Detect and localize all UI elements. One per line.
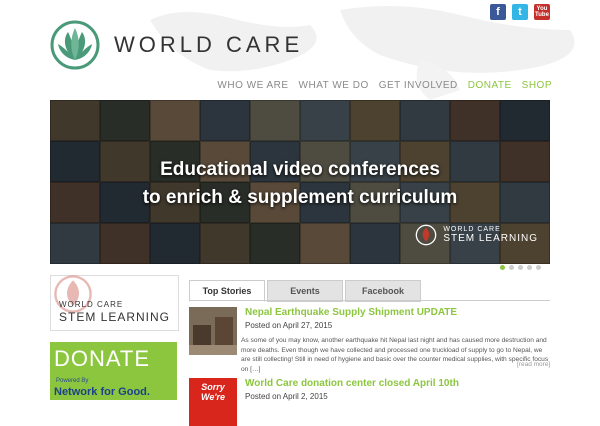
slider-dot[interactable] [527,265,532,270]
story-date: Posted on April 27, 2015 [245,321,333,330]
news-tabs: Top Stories Events Facebook [189,280,421,302]
story-thumbnail[interactable] [189,307,237,355]
story-title[interactable]: Nepal Earthquake Supply Shipment UPDATE [245,307,457,318]
read-more-link[interactable]: [read more] [517,361,550,368]
hero-banner[interactable]: Educational video conferences to enrich … [50,100,550,264]
nav-shop[interactable]: SHOP [522,80,552,91]
donate-label: DONATE [54,346,151,371]
main-nav: WHO WE ARE WHAT WE DO GET INVOLVED DONAT… [217,80,552,91]
facebook-icon[interactable]: f [490,4,506,20]
story-thumbnail[interactable]: Sorry We're [189,378,237,426]
world-care-leaf-icon [50,20,100,70]
nav-donate[interactable]: DONATE [468,80,512,91]
stem-learning-promo[interactable]: WORLD CARE STEM LEARNING [50,275,179,331]
brand-name: WORLD CARE [114,32,304,57]
tab-facebook[interactable]: Facebook [345,280,421,302]
nav-what-we-do[interactable]: WHAT WE DO [299,80,369,91]
twitter-icon[interactable]: t [512,4,528,20]
banner-line-2: to enrich & supplement curriculum [142,187,458,208]
network-for-good-label: Network for Good. [54,386,150,398]
banner-headline: Educational video conferences to enrich … [50,156,550,212]
slider-dots [500,265,541,270]
banner-brand-small: WORLD CARE [443,226,501,233]
site-logo[interactable]: WORLD CARE [50,20,303,70]
banner-stem-brand: WORLD CARE STEM LEARNING [415,224,538,246]
story-item: Nepal Earthquake Supply Shipment UPDATE … [189,307,551,373]
story-excerpt: As some of you may know, another earthqu… [241,337,549,373]
story-title[interactable]: World Care donation center closed April … [245,378,459,389]
banner-brand-large: STEM LEARNING [443,233,538,244]
youtube-icon[interactable]: You Tube [534,4,550,20]
slider-dot[interactable] [536,265,541,270]
nav-who-we-are[interactable]: WHO WE ARE [217,80,288,91]
stem-promo-line-2: STEM LEARNING [59,310,171,324]
social-links: f t You Tube [490,4,550,20]
slider-dot[interactable] [518,265,523,270]
sorry-sign-text: Sorry We're [201,382,225,402]
slider-dot[interactable] [500,265,505,270]
stem-promo-line-1: WORLD CARE [59,300,124,309]
tab-top-stories[interactable]: Top Stories [189,280,265,302]
tab-events[interactable]: Events [267,280,343,302]
powered-by-label: Powered By [56,378,89,384]
donate-banner[interactable]: DONATE Powered By Network for Good. [50,342,177,400]
nav-get-involved[interactable]: GET INVOLVED [379,80,458,91]
slider-dot[interactable] [509,265,514,270]
story-item: Sorry We're World Care donation center c… [189,378,551,426]
tab-divider [189,300,550,301]
world-care-leaf-icon [415,224,437,246]
banner-line-1: Educational video conferences [160,159,440,180]
